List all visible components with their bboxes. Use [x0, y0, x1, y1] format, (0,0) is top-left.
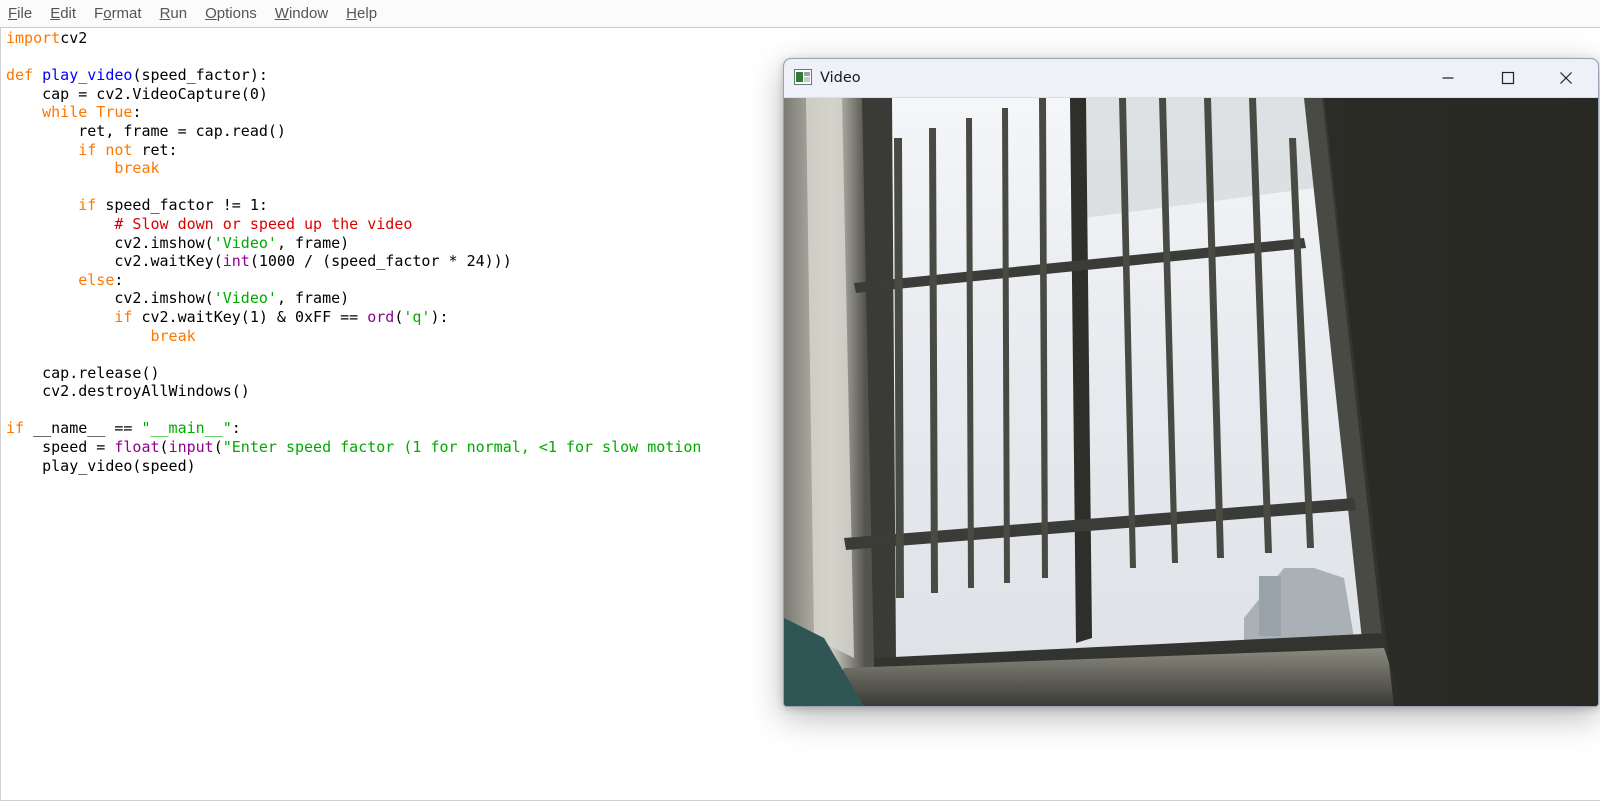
- code-token: int: [222, 252, 250, 271]
- code-token: cv2: [60, 29, 88, 47]
- code-token: if: [114, 307, 133, 326]
- minimize-button[interactable]: [1420, 59, 1476, 97]
- code-token: cv2.waitKey(: [6, 252, 223, 271]
- video-window-title: Video: [820, 70, 861, 86]
- video-window-titlebar[interactable]: Video: [784, 59, 1598, 98]
- code-token: # Slow down or speed up the video: [114, 214, 413, 233]
- code-token: ret, frame = cap.read(): [6, 121, 286, 140]
- code-token: break: [150, 326, 196, 345]
- code-token: cv2.imshow(: [6, 289, 214, 308]
- code-token: import: [6, 29, 61, 47]
- code-token: (1000 / (speed_factor * 24))): [249, 252, 512, 271]
- code-token: :: [231, 419, 241, 438]
- code-token: , frame): [276, 289, 350, 308]
- code-token: while True: [42, 103, 133, 122]
- code-token: :: [132, 103, 142, 122]
- code-token: , frame): [276, 233, 350, 252]
- code-token: if: [6, 419, 25, 438]
- code-token: input: [168, 438, 214, 457]
- code-token: speed =: [6, 438, 115, 457]
- code-token: __name__ ==: [24, 419, 142, 438]
- minimize-icon: [1442, 77, 1454, 79]
- code-token: 'Video': [213, 233, 277, 252]
- menu-window[interactable]: Window: [266, 0, 337, 27]
- menu-format[interactable]: Format: [85, 0, 151, 27]
- code-token: ):: [430, 307, 449, 326]
- code-token: cap = cv2.VideoCapture(0): [6, 84, 268, 103]
- close-button[interactable]: [1538, 59, 1594, 97]
- menu-options[interactable]: Options: [196, 0, 266, 27]
- window-app-icon: [794, 69, 812, 85]
- code-token: "__main__": [141, 419, 232, 438]
- code-token: play_video: [42, 66, 133, 85]
- code-line: importcv2: [6, 29, 1600, 48]
- code-token: speed_factor != 1:: [96, 196, 268, 215]
- code-token: ord: [367, 307, 395, 326]
- code-token: cv2.destroyAllWindows(): [6, 382, 250, 401]
- code-token: 'q': [403, 307, 431, 326]
- close-icon: [1560, 72, 1572, 84]
- maximize-icon: [1501, 71, 1515, 85]
- code-token: float: [114, 438, 160, 457]
- code-token: :: [114, 270, 124, 289]
- code-token: (: [213, 438, 223, 457]
- code-token: ret:: [132, 140, 178, 159]
- menu-help[interactable]: Help: [337, 0, 386, 27]
- code-token: cap.release(): [6, 363, 160, 382]
- code-token: cv2.imshow(: [6, 233, 214, 252]
- menu-file[interactable]: File: [0, 0, 41, 27]
- code-token: play_video(speed): [6, 456, 196, 475]
- menu-run[interactable]: Run: [151, 0, 197, 27]
- code-token: if not: [78, 140, 133, 159]
- code-token: (: [159, 438, 169, 457]
- menu-bar: File Edit Format Run Options Window Help: [0, 0, 1600, 28]
- code-token: else: [78, 270, 115, 289]
- webcam-frame: [784, 98, 1598, 706]
- menu-edit[interactable]: Edit: [41, 0, 85, 27]
- code-token: def: [6, 66, 34, 85]
- code-token: if: [78, 196, 97, 215]
- code-token: (speed_factor):: [132, 66, 268, 85]
- code-token: break: [114, 159, 160, 178]
- code-token: cv2.waitKey(1) & 0xFF ==: [132, 307, 368, 326]
- code-token: 'Video': [213, 289, 277, 308]
- video-window[interactable]: Video: [783, 58, 1599, 707]
- maximize-button[interactable]: [1480, 59, 1536, 97]
- code-token: "Enter speed factor (1 for normal, <1 fo…: [222, 438, 702, 457]
